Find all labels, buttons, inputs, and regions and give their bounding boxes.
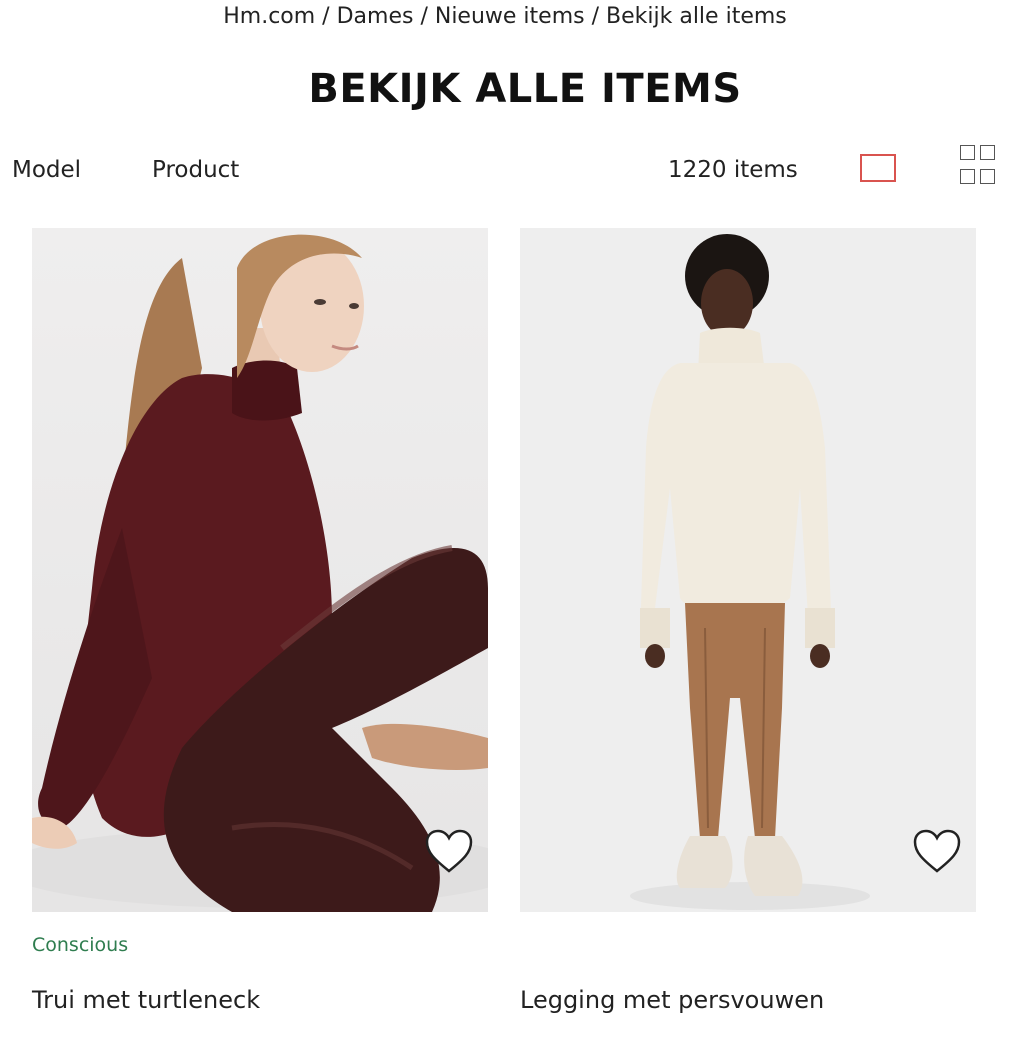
grid-view-icon[interactable] <box>960 145 996 187</box>
item-count: 1220 items <box>668 157 798 183</box>
conscious-badge: Conscious <box>32 934 129 956</box>
favorite-heart-icon[interactable] <box>424 828 474 874</box>
filter-bar: Model Product 1220 items <box>0 145 1028 193</box>
product-photo-model-cream-sweater <box>520 228 976 912</box>
breadcrumb-link-nieuwe-items[interactable]: Nieuwe items <box>435 4 585 29</box>
breadcrumb-separator: / <box>315 4 337 29</box>
grid-cell <box>960 169 975 184</box>
breadcrumb: Hm.com / Dames / Nieuwe items / Bekijk a… <box>0 4 1010 29</box>
breadcrumb-separator: / <box>584 4 607 29</box>
product-card[interactable]: Conscious Trui met turtleneck <box>32 228 488 1014</box>
favorite-heart-icon[interactable] <box>912 828 962 874</box>
grid-cell <box>980 145 995 160</box>
product-name[interactable]: Trui met turtleneck <box>32 986 260 1014</box>
breadcrumb-link-home[interactable]: Hm.com <box>223 4 315 29</box>
grid-cell <box>980 169 995 184</box>
grid-cell <box>960 145 975 160</box>
single-column-view-icon[interactable] <box>860 154 896 182</box>
product-image[interactable] <box>32 228 488 912</box>
breadcrumb-link-dames[interactable]: Dames <box>337 4 414 29</box>
breadcrumb-current: Bekijk alle items <box>606 4 787 29</box>
product-image[interactable] <box>520 228 976 912</box>
breadcrumb-separator: / <box>413 4 435 29</box>
model-view-toggle[interactable]: Model <box>12 157 81 183</box>
page-title: BEKIJK ALLE ITEMS <box>308 66 742 112</box>
product-card[interactable]: Legging met persvouwen <box>520 228 976 1014</box>
product-name[interactable]: Legging met persvouwen <box>520 986 824 1014</box>
product-photo-model-burgundy-sweater <box>32 228 488 912</box>
product-view-toggle[interactable]: Product <box>152 157 239 183</box>
